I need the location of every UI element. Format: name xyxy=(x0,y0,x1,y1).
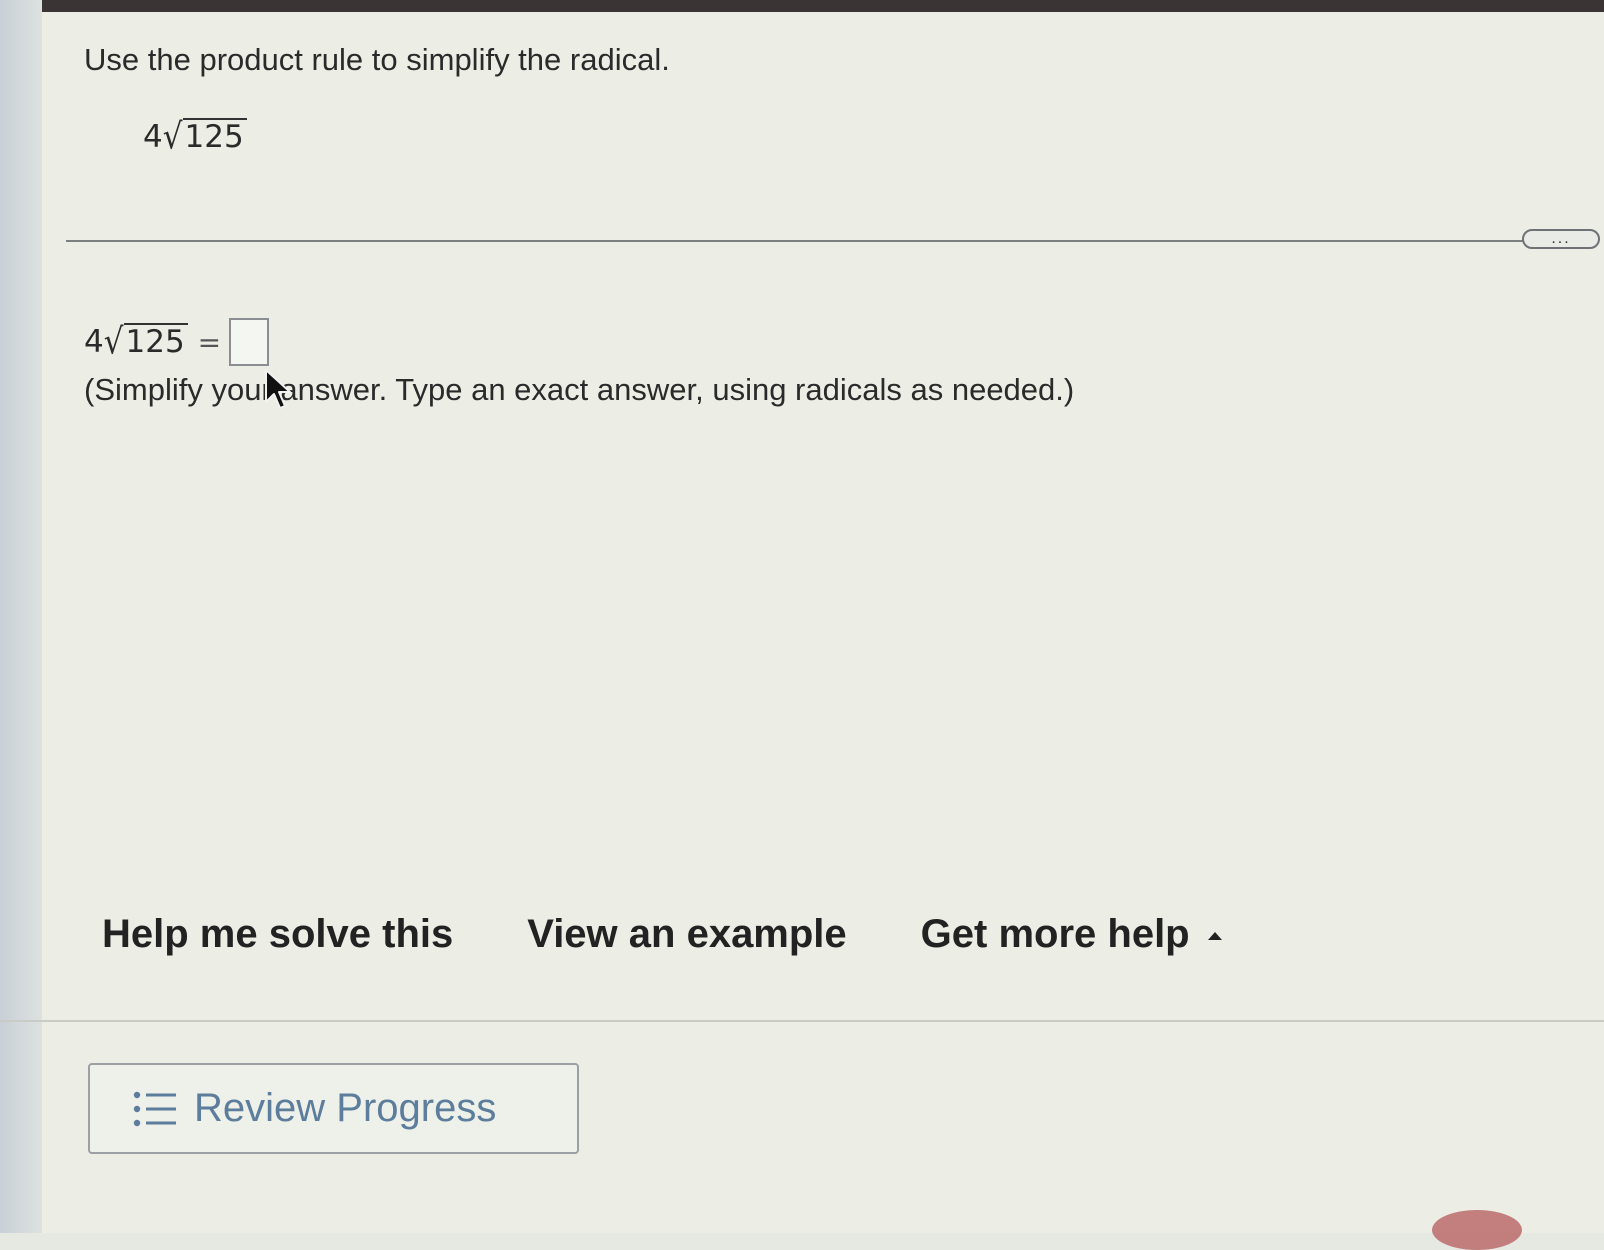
answer-coefficient: 4 xyxy=(84,324,104,360)
equals-sign: = xyxy=(197,325,222,359)
caret-up-icon xyxy=(1207,932,1222,941)
help-me-solve-button[interactable]: Help me solve this xyxy=(102,912,453,957)
answer-row: 4 √125 = xyxy=(84,318,270,366)
problem-expression: 4√125 xyxy=(143,116,247,158)
review-progress-label: Review Progress xyxy=(194,1086,497,1130)
square-root-icon: √ xyxy=(103,321,124,363)
answer-instruction: (Simplify your answer. Type an exact ans… xyxy=(84,372,1075,407)
square-root-icon: √ xyxy=(162,116,183,158)
question-panel xyxy=(42,12,1604,1233)
list-icon xyxy=(133,1091,176,1126)
problem-radicand: 125 xyxy=(182,118,247,156)
review-progress-button[interactable]: Review Progress xyxy=(88,1063,579,1154)
footer-divider xyxy=(0,1020,1604,1022)
more-options-button[interactable]: ... xyxy=(1522,229,1600,249)
problem-radical: √125 xyxy=(162,116,247,158)
answer-radical: √125 xyxy=(103,321,188,363)
question-prompt: Use the product rule to simplify the rad… xyxy=(84,42,670,77)
section-divider xyxy=(66,240,1526,242)
mouse-cursor-icon xyxy=(265,369,291,409)
get-more-help-label: Get more help xyxy=(920,912,1190,956)
corner-decoration xyxy=(1432,1210,1522,1250)
top-bar xyxy=(42,0,1604,12)
answer-radicand: 125 xyxy=(123,323,188,361)
help-links: Help me solve this View an example Get m… xyxy=(102,912,1222,957)
answer-input[interactable] xyxy=(229,318,270,366)
get-more-help-button[interactable]: Get more help xyxy=(921,912,1222,957)
left-strip xyxy=(0,0,42,1233)
view-example-button[interactable]: View an example xyxy=(527,912,846,957)
problem-coefficient: 4 xyxy=(143,119,163,155)
